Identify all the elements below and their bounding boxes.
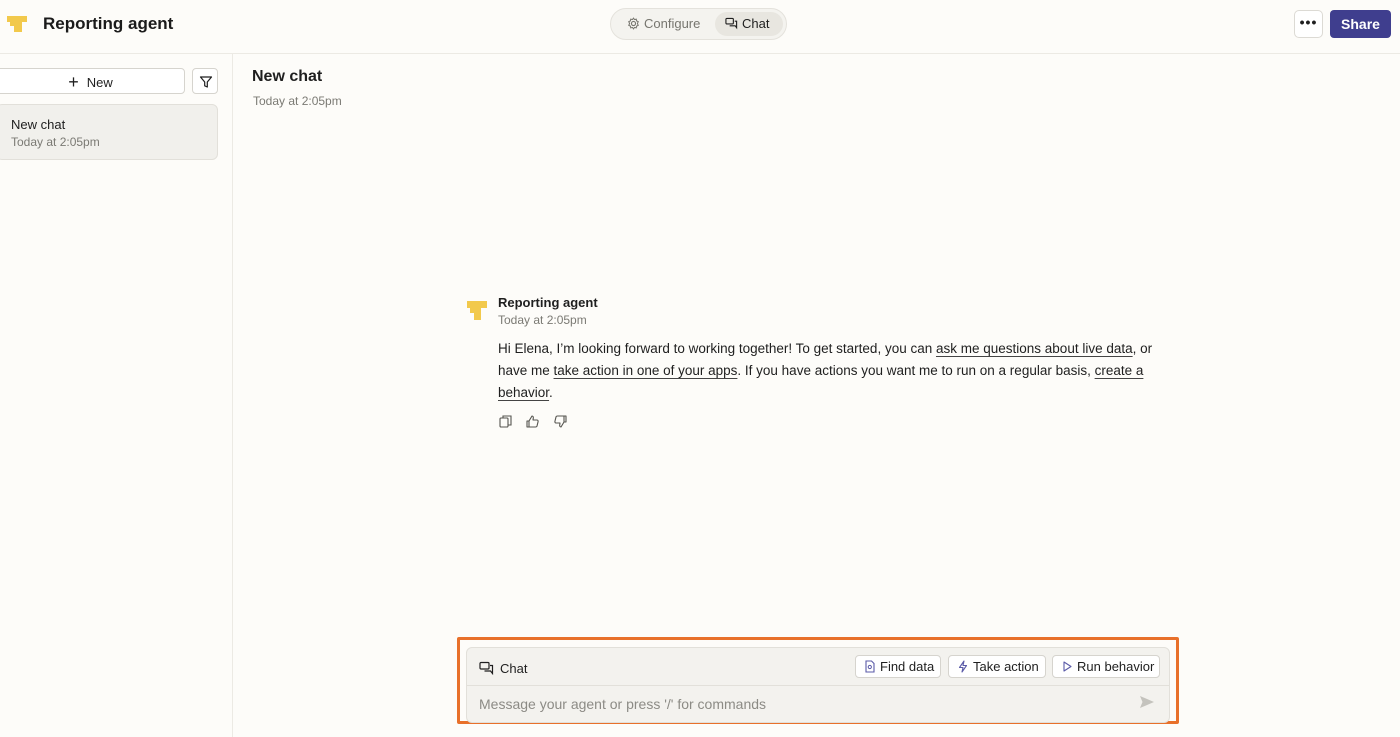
share-button[interactable]: Share <box>1330 10 1391 38</box>
message-text-4: . <box>549 385 553 400</box>
lightning-icon <box>958 660 968 673</box>
tab-configure-label: Configure <box>644 16 701 31</box>
message-body: Hi Elena, I’m looking forward to working… <box>498 338 1178 404</box>
message-composer: Chat Find data Take action Run behavior <box>466 647 1170 723</box>
thumbs-down-icon <box>554 415 567 428</box>
message-text-1: Hi Elena, I’m looking forward to working… <box>498 341 936 356</box>
find-data-label: Find data <box>880 659 935 674</box>
take-action-button[interactable]: Take action <box>948 655 1046 678</box>
sidebar: + New New chat Today at 2:05pm <box>0 54 233 737</box>
composer-toolbar: Chat Find data Take action Run behavior <box>467 648 1169 686</box>
tab-chat-label: Chat <box>742 16 770 31</box>
filter-button[interactable] <box>192 68 218 94</box>
send-icon <box>1140 696 1154 708</box>
run-behavior-button[interactable]: Run behavior <box>1052 655 1160 678</box>
link-ask-questions[interactable]: ask me questions about live data <box>936 341 1133 356</box>
chat-bubbles-icon <box>725 17 738 30</box>
mode-toggle: Configure Chat <box>610 8 787 40</box>
composer-mode[interactable]: Chat <box>479 659 527 676</box>
message-input[interactable] <box>479 694 1119 714</box>
chat-list-item[interactable]: New chat Today at 2:05pm <box>0 104 218 160</box>
chat-bubbles-icon <box>479 661 494 676</box>
page-timestamp: Today at 2:05pm <box>253 94 342 108</box>
message-author: Reporting agent <box>498 295 598 310</box>
copy-icon <box>499 415 512 428</box>
app-title: Reporting agent <box>43 14 174 33</box>
plus-icon: + <box>68 72 79 92</box>
copy-button[interactable] <box>498 414 513 434</box>
filter-icon <box>199 76 213 88</box>
message-actions <box>498 414 576 434</box>
tab-chat[interactable]: Chat <box>715 12 783 36</box>
more-options-button[interactable]: ••• <box>1294 10 1323 38</box>
top-bar: Reporting agent Configure Chat ••• Share <box>0 0 1400 54</box>
thumbs-down-button[interactable] <box>553 414 568 434</box>
composer-mode-label: Chat <box>500 661 528 676</box>
tab-configure[interactable]: Configure <box>623 12 715 36</box>
thumbs-up-button[interactable] <box>525 414 540 434</box>
message-text-3: . If you have actions you want me to run… <box>737 363 1095 378</box>
page-title: New chat <box>252 68 323 85</box>
chat-item-time: Today at 2:05pm <box>11 135 100 149</box>
find-data-button[interactable]: Find data <box>855 655 941 678</box>
message-timestamp: Today at 2:05pm <box>498 313 587 327</box>
agent-avatar-icon <box>467 301 487 320</box>
link-take-action[interactable]: take action in one of your apps <box>554 363 738 378</box>
take-action-label: Take action <box>973 659 1039 674</box>
logo-icon <box>7 16 27 32</box>
new-chat-button[interactable]: + New <box>0 68 185 94</box>
chat-item-title: New chat <box>11 117 66 132</box>
thumbs-up-icon <box>526 415 540 428</box>
gear-icon <box>628 17 639 30</box>
document-search-icon <box>865 660 875 673</box>
send-button[interactable] <box>1139 695 1155 714</box>
run-behavior-label: Run behavior <box>1077 659 1155 674</box>
play-icon <box>1063 661 1072 672</box>
new-chat-label: New <box>86 75 113 90</box>
